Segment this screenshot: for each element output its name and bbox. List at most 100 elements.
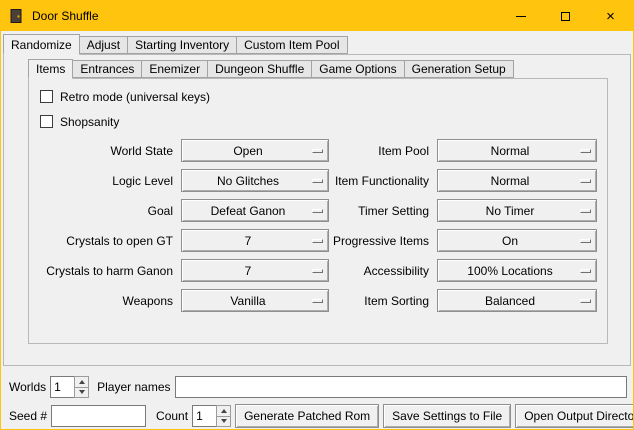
tab-enemizer[interactable]: Enemizer [141,60,208,78]
retro-mode-checkbox[interactable] [40,90,53,103]
accessibility-value: 100% Locations [438,264,596,278]
timer-setting-label: Timer Setting [329,204,429,218]
tab-label: Game Options [319,62,396,76]
tab-dungeon-shuffle[interactable]: Dungeon Shuffle [207,60,312,78]
spin-up-icon [79,380,85,384]
logic-level-value: No Glitches [182,174,328,188]
spin-down-icon [221,419,227,423]
tab-randomize[interactable]: Randomize [3,34,80,55]
count-input[interactable] [192,405,216,427]
maximize-button[interactable] [543,1,588,31]
crystals-open-gt-label: Crystals to open GT [37,234,173,248]
accessibility-dropdown[interactable]: 100% Locations [437,259,597,282]
window-title: Door Shuffle [32,9,99,23]
item-pool-dropdown[interactable]: Normal [437,139,597,162]
timer-setting-dropdown[interactable]: No Timer [437,199,597,222]
item-functionality-label: Item Functionality [329,174,429,188]
tab-label: Entrances [80,62,134,76]
count-spin-buttons [216,405,231,427]
dropdown-indicator-icon [312,149,323,153]
options-grid: World State Open Item Pool Normal Logic … [37,139,599,312]
window-controls: × [498,1,633,31]
items-panel: Retro mode (universal keys) Shopsanity W… [28,78,608,344]
spin-down-icon [79,390,85,394]
item-pool-label: Item Pool [329,144,429,158]
dropdown-indicator-icon [312,179,323,183]
dropdown-indicator-icon [312,299,323,303]
goal-value: Defeat Ganon [182,204,328,218]
item-sorting-dropdown[interactable]: Balanced [437,289,597,312]
tab-generation-setup[interactable]: Generation Setup [404,60,514,78]
count-label: Count [156,409,188,423]
randomize-panel: Items Entrances Enemizer Dungeon Shuffle… [3,54,631,366]
goal-dropdown[interactable]: Defeat Ganon [181,199,329,222]
tab-starting-inventory[interactable]: Starting Inventory [127,36,237,54]
shopsanity-checkbox[interactable] [40,115,53,128]
save-settings-button[interactable]: Save Settings to File [383,404,511,428]
seed-label: Seed # [9,409,47,423]
worlds-spinbox [50,376,89,398]
randomize-tab-bar: Items Entrances Enemizer Dungeon Shuffle… [28,58,630,78]
dropdown-indicator-icon [580,179,591,183]
retro-mode-row: Retro mode (universal keys) [37,84,599,109]
dropdown-indicator-icon [580,239,591,243]
progressive-items-dropdown[interactable]: On [437,229,597,252]
worlds-spin-buttons [74,376,89,398]
progressive-items-label: Progressive Items [329,234,429,248]
tab-label: Custom Item Pool [244,38,339,52]
progressive-items-value: On [438,234,596,248]
logic-level-dropdown[interactable]: No Glitches [181,169,329,192]
dropdown-indicator-icon [580,149,591,153]
tab-custom-item-pool[interactable]: Custom Item Pool [236,36,347,54]
count-spin-down-button[interactable] [216,417,231,428]
tab-entrances[interactable]: Entrances [72,60,142,78]
minimize-button[interactable] [498,1,543,31]
dropdown-indicator-icon [580,209,591,213]
crystals-harm-ganon-label: Crystals to harm Ganon [37,264,173,278]
dropdown-indicator-icon [580,299,591,303]
option-row: World State Open Item Pool Normal [37,139,599,162]
player-names-input[interactable] [175,376,628,398]
weapons-value: Vanilla [182,294,328,308]
open-output-directory-button[interactable]: Open Output Directory [515,404,634,428]
worlds-spin-up-button[interactable] [74,376,89,388]
world-state-value: Open [182,144,328,158]
count-spin-up-button[interactable] [216,405,231,417]
app-window: Door Shuffle × Randomize Adjust Starting… [0,0,634,430]
shopsanity-row: Shopsanity [37,109,599,134]
dropdown-indicator-icon [312,209,323,213]
seed-row: Seed # Count Generate Patched Rom Save S… [9,404,627,428]
tab-label: Starting Inventory [135,38,229,52]
worlds-input[interactable] [50,376,74,398]
option-row: Goal Defeat Ganon Timer Setting No Timer [37,199,599,222]
main-tab-bar: Randomize Adjust Starting Inventory Cust… [3,33,633,54]
close-icon: × [606,9,615,24]
tab-adjust[interactable]: Adjust [79,36,128,54]
tab-game-options[interactable]: Game Options [311,60,404,78]
option-row: Crystals to harm Ganon 7 Accessibility 1… [37,259,599,282]
close-button[interactable]: × [588,1,633,31]
weapons-dropdown[interactable]: Vanilla [181,289,329,312]
world-state-dropdown[interactable]: Open [181,139,329,162]
tab-label: Generation Setup [412,62,506,76]
crystals-open-gt-dropdown[interactable]: 7 [181,229,329,252]
player-names-label: Player names [97,380,170,394]
retro-mode-label: Retro mode (universal keys) [60,90,210,104]
item-functionality-dropdown[interactable]: Normal [437,169,597,192]
maximize-icon [561,12,570,21]
seed-input[interactable] [51,405,146,427]
count-spinbox [192,405,231,427]
world-state-label: World State [37,144,173,158]
generate-patched-rom-button[interactable]: Generate Patched Rom [235,404,379,428]
item-functionality-value: Normal [438,174,596,188]
titlebar[interactable]: Door Shuffle × [1,1,633,31]
tab-items[interactable]: Items [28,59,73,79]
weapons-label: Weapons [37,294,173,308]
goal-label: Goal [37,204,173,218]
option-row: Logic Level No Glitches Item Functionali… [37,169,599,192]
crystals-harm-ganon-value: 7 [182,264,328,278]
spin-up-icon [221,409,227,413]
crystals-harm-ganon-dropdown[interactable]: 7 [181,259,329,282]
tab-label: Adjust [87,38,120,52]
worlds-spin-down-button[interactable] [74,388,89,399]
